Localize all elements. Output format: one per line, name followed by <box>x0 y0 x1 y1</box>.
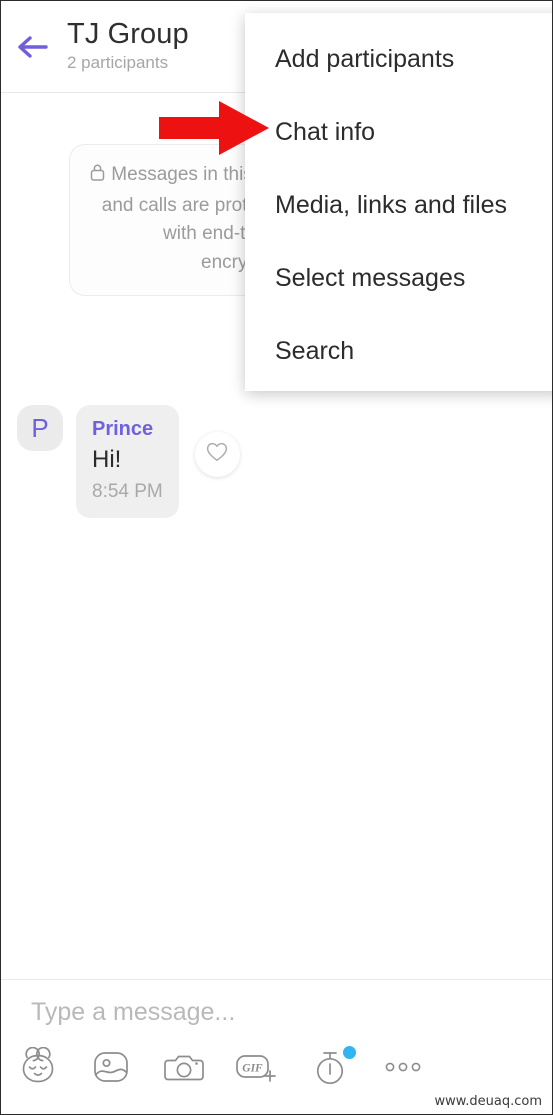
camera-button[interactable] <box>147 1038 220 1100</box>
more-button[interactable] <box>366 1038 439 1100</box>
menu-item-search[interactable]: Search <box>245 315 552 388</box>
arrow-left-icon <box>16 32 52 62</box>
reaction-button[interactable] <box>194 432 240 477</box>
sticker-button[interactable] <box>1 1038 74 1100</box>
chat-screen: TJ Group 2 participants Messages in this… <box>0 0 553 1115</box>
avatar[interactable]: P <box>17 405 63 451</box>
gallery-icon <box>90 1047 132 1092</box>
menu-item-label: Add participants <box>275 45 455 73</box>
heart-icon <box>205 441 229 468</box>
message-input[interactable] <box>31 998 431 1027</box>
menu-item-label: Select messages <box>275 264 466 292</box>
more-icon <box>381 1059 425 1080</box>
menu-item-label: Chat info <box>275 118 376 146</box>
menu-item-media-links-files[interactable]: Media, links and files <box>245 169 552 242</box>
svg-text:GIF: GIF <box>242 1062 263 1074</box>
message-text: Hi! <box>92 446 122 473</box>
gallery-button[interactable] <box>74 1038 147 1100</box>
menu-item-label: Media, links and files <box>275 191 508 219</box>
message-row: P Prince Hi! 8:54 PM <box>17 405 240 518</box>
menu-item-select-messages[interactable]: Select messages <box>245 242 552 315</box>
participants-count: 2 participants <box>67 53 169 73</box>
timer-button[interactable] <box>293 1038 366 1100</box>
overflow-menu: Add participants Chat info Media, links … <box>245 13 552 391</box>
menu-item-chat-info[interactable]: Chat info <box>245 96 552 169</box>
menu-item-add-participants[interactable]: Add participants <box>245 23 552 96</box>
menu-item-label: Search <box>275 337 355 365</box>
camera-icon <box>162 1047 206 1092</box>
composer-toolbar: GIF <box>1 1038 552 1100</box>
gif-button[interactable]: GIF <box>220 1038 293 1100</box>
timer-badge-dot <box>343 1046 356 1059</box>
sticker-icon <box>16 1046 60 1092</box>
message-timestamp: 8:54 PM <box>92 481 163 503</box>
watermark: www.deuaq.com <box>430 1093 546 1110</box>
gif-icon: GIF <box>233 1047 281 1092</box>
avatar-letter: P <box>31 413 49 443</box>
message-sender: Prince <box>92 418 154 440</box>
lock-icon <box>89 163 106 192</box>
back-button[interactable] <box>1 1 67 93</box>
message-bubble[interactable]: Prince Hi! 8:54 PM <box>76 405 179 518</box>
red-arrow-right-icon <box>159 97 271 164</box>
header-titles[interactable]: TJ Group 2 participants <box>67 18 189 75</box>
page-title: TJ Group <box>67 17 189 50</box>
